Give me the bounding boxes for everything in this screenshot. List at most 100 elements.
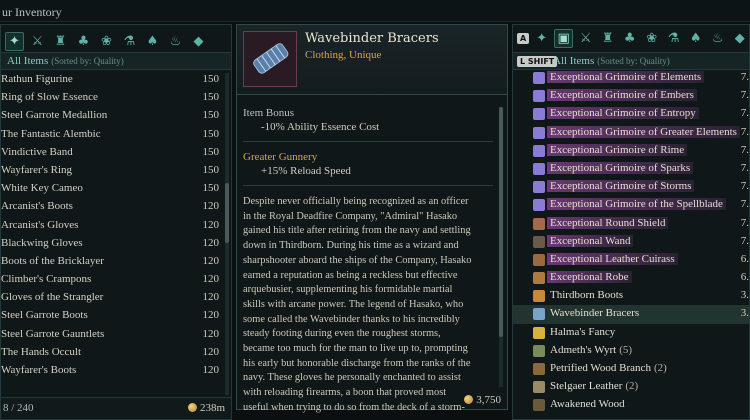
accessories-icon[interactable]: ❀	[642, 29, 661, 48]
list-item[interactable]: Gloves of the Strangler 120	[1, 289, 231, 307]
lamp-icon[interactable]: ♨	[708, 29, 727, 48]
item-name: Ring of Slow Essence	[1, 91, 98, 104]
detail-scrollbar[interactable]	[499, 107, 503, 387]
item-value: 7.	[740, 180, 749, 193]
list-item[interactable]: Wavebinder Bracers 3.	[513, 305, 749, 324]
list-item[interactable]: Arcanist's Boots 120	[1, 198, 231, 216]
list-item[interactable]: Exceptional Wand 7.	[513, 233, 749, 251]
consumables-icon[interactable]: ⚗	[120, 32, 139, 51]
list-item[interactable]: Steel Garrote Medallion 150	[1, 107, 231, 125]
item-count: 8 / 240	[3, 402, 34, 414]
left-scroll-thumb[interactable]	[225, 183, 229, 243]
list-item[interactable]: Exceptional Grimoire of Embers 7.	[513, 87, 749, 105]
list-item[interactable]: Blackwing Gloves 120	[1, 235, 231, 253]
list-item[interactable]: Climber's Crampons 120	[1, 271, 231, 289]
item-value: 6.	[740, 271, 749, 284]
weapons-icon[interactable]: ⚔	[576, 29, 595, 48]
item-value: 120	[202, 218, 220, 231]
robe-icon	[533, 272, 545, 285]
item-name: Steel Garrote Medallion	[1, 109, 108, 122]
list-item[interactable]: The Hands Occult 120	[1, 344, 231, 362]
list-item[interactable]: Halma's Fancy	[513, 324, 749, 342]
item-name: Petrified Wood Branch	[550, 362, 651, 374]
item-name: Exceptional Robe	[550, 271, 629, 284]
list-item[interactable]: Exceptional Grimoire of Elements 7.	[513, 69, 749, 87]
all-items-icon[interactable]: ✦	[5, 31, 24, 51]
list-item[interactable]: Exceptional Grimoire of Greater Elements…	[513, 124, 749, 142]
item-value: 150	[202, 163, 220, 176]
top-bar: ur Inventory	[0, 0, 750, 22]
lamp-icon[interactable]: ♨	[166, 32, 185, 51]
item-quantity: (2)	[625, 380, 639, 393]
item-name: Boots of the Bricklayer	[1, 254, 104, 267]
right-sort-bar[interactable]: L SHIFT All Items (Sorted by: Quality)	[513, 52, 749, 70]
item-name: Exceptional Round Shield	[550, 216, 666, 229]
list-item[interactable]: Petrified Wood Branch (2)	[513, 360, 749, 378]
left-sort-bar[interactable]: All Items (Sorted by: Quality)	[1, 52, 231, 70]
gem-icon[interactable]: ◆	[730, 29, 749, 48]
item-value: 120	[202, 236, 220, 249]
left-scrollbar[interactable]	[225, 73, 229, 395]
consumables-icon[interactable]: ⚗	[664, 29, 683, 48]
list-item[interactable]: Admeth's Wyrt (5)	[513, 342, 749, 360]
list-item[interactable]: Boots of the Bricklayer 120	[1, 253, 231, 271]
party-inventory-panel: ✦ ⚔ ♜ ♣ ❀ ⚗ ♠ ♨ ◆ All Items (Sorted by: Q…	[0, 24, 232, 420]
item-value: 7.	[740, 198, 749, 211]
wood-icon	[533, 399, 545, 412]
book-icon	[533, 90, 545, 103]
list-item[interactable]: Exceptional Grimoire of the Spellblade 7.	[513, 196, 749, 214]
list-item[interactable]: Awakened Wood	[513, 396, 749, 414]
list-item[interactable]: Steel Garrote Gauntlets 120	[1, 326, 231, 344]
armor-icon	[533, 253, 545, 266]
clothing-icon[interactable]: ♣	[74, 32, 93, 51]
chest-icon[interactable]: ▣	[554, 29, 574, 48]
list-item[interactable]: Vindictive Band 150	[1, 144, 231, 162]
list-item[interactable]: Wayfarer's Ring 150	[1, 162, 231, 180]
item-name: The Fantastic Alembic	[1, 127, 101, 140]
item-name: Exceptional Leather Cuirass	[550, 252, 675, 265]
right-category-tabs: A ✦ ▣ ⚔ ♜ ♣ ❀ ⚗ ♠ ♨ ◆	[517, 29, 749, 48]
item-value: 120	[202, 364, 220, 376]
item-name: The Hands Occult	[1, 345, 82, 358]
item-name: Exceptional Grimoire of Entropy	[550, 107, 696, 120]
item-name: Wayfarer's Ring	[1, 163, 73, 176]
list-item[interactable]: Thirdborn Boots 3.	[513, 287, 749, 305]
list-item[interactable]: Rathun Figurine 150	[1, 71, 231, 89]
item-name: Exceptional Grimoire of Sparks	[550, 161, 691, 174]
book-icon	[533, 144, 545, 157]
list-item[interactable]: The Fantastic Alembic 150	[1, 126, 231, 144]
list-item[interactable]: Exceptional Leather Cuirass 6.	[513, 251, 749, 269]
list-item[interactable]: Steel Garrote Boots 120	[1, 307, 231, 325]
item-value: 150	[202, 145, 220, 158]
list-item[interactable]: Arcanist's Gloves 120	[1, 217, 231, 235]
item-value: 120	[202, 291, 220, 304]
item-value: 7.	[740, 71, 749, 83]
list-item[interactable]: Stelgaer Leather (2)	[513, 378, 749, 396]
list-item[interactable]: Exceptional Grimoire of Entropy 7.	[513, 105, 749, 123]
list-item[interactable]: Exceptional Grimoire of Sparks 7.	[513, 160, 749, 178]
list-item[interactable]: White Key Cameo 150	[1, 180, 231, 198]
item-name: Vindictive Band	[1, 145, 73, 158]
list-item[interactable]: Exceptional Robe 6.	[513, 269, 749, 287]
armor-icon[interactable]: ♜	[598, 29, 617, 48]
all-items-icon[interactable]: ✦	[532, 29, 551, 48]
weapons-icon[interactable]: ⚔	[28, 32, 47, 51]
item-quantity: (2)	[653, 362, 667, 374]
list-item[interactable]: Exceptional Round Shield 7.	[513, 215, 749, 233]
list-item[interactable]: Wayfarer's Boots 120	[1, 362, 231, 380]
detail-scroll-thumb[interactable]	[499, 107, 503, 337]
clothing-icon[interactable]: ♣	[620, 29, 639, 48]
ingredients-icon[interactable]: ♠	[686, 29, 705, 48]
item-name: Steel Garrote Boots	[1, 309, 88, 322]
left-footer: 8 / 240 238m	[1, 397, 231, 419]
gem-icon[interactable]: ◆	[189, 32, 208, 51]
armor-icon[interactable]: ♜	[51, 32, 70, 51]
item-name: Exceptional Wand	[550, 234, 631, 247]
item-name: Wavebinder Bracers	[305, 31, 439, 46]
list-item[interactable]: Exceptional Grimoire of Storms 7.	[513, 178, 749, 196]
list-item[interactable]: Ring of Slow Essence 150	[1, 89, 231, 107]
stash-panel: A ✦ ▣ ⚔ ♜ ♣ ❀ ⚗ ♠ ♨ ◆ L SHIFT All Items(…	[512, 24, 750, 420]
list-item[interactable]: Exceptional Grimoire of Rime 7.	[513, 142, 749, 160]
accessories-icon[interactable]: ❀	[97, 32, 116, 51]
ingredients-icon[interactable]: ♠	[143, 32, 162, 51]
